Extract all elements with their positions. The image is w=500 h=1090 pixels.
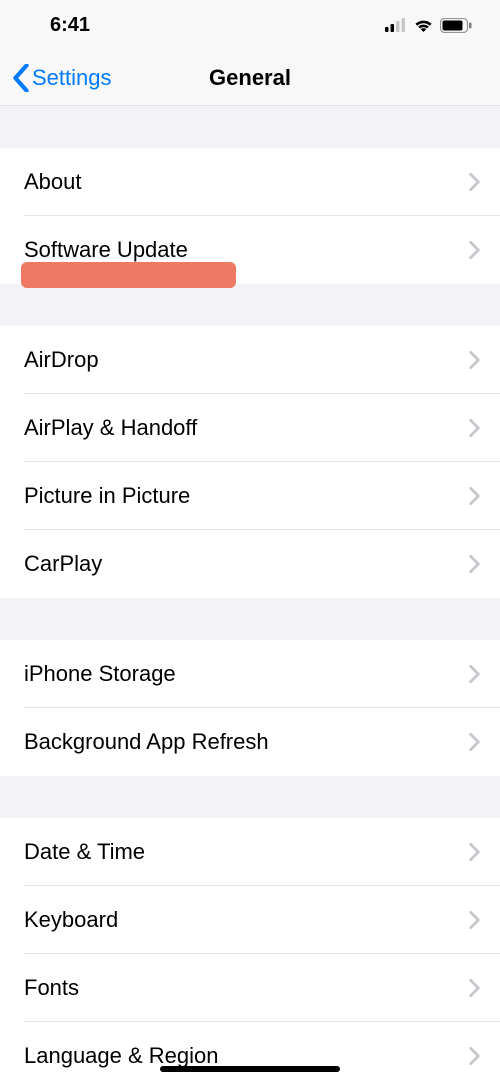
row-software-update[interactable]: Software Update <box>0 216 500 284</box>
chevron-right-icon <box>469 733 480 751</box>
section-connectivity: AirDrop AirPlay & Handoff Picture in Pic… <box>0 326 500 598</box>
section-about: About Software Update <box>0 148 500 284</box>
row-keyboard[interactable]: Keyboard <box>0 886 500 954</box>
nav-bar: Settings General <box>0 50 500 106</box>
row-label: Software Update <box>24 237 188 263</box>
section-locale: Date & Time Keyboard Fonts Language & Re… <box>0 818 500 1090</box>
cellular-icon <box>385 18 407 32</box>
battery-icon <box>440 18 472 33</box>
row-label: iPhone Storage <box>24 661 176 687</box>
back-button[interactable]: Settings <box>12 64 112 92</box>
row-airplay-handoff[interactable]: AirPlay & Handoff <box>0 394 500 462</box>
section-gap <box>0 106 500 148</box>
row-label: Picture in Picture <box>24 483 190 509</box>
row-label: AirPlay & Handoff <box>24 415 197 441</box>
status-bar: 6:41 <box>0 0 500 50</box>
row-airdrop[interactable]: AirDrop <box>0 326 500 394</box>
row-label: AirDrop <box>24 347 99 373</box>
row-background-app-refresh[interactable]: Background App Refresh <box>0 708 500 776</box>
status-icons <box>385 18 472 33</box>
row-label: Fonts <box>24 975 79 1001</box>
section-gap <box>0 284 500 326</box>
row-fonts[interactable]: Fonts <box>0 954 500 1022</box>
chevron-right-icon <box>469 351 480 369</box>
chevron-right-icon <box>469 173 480 191</box>
section-storage: iPhone Storage Background App Refresh <box>0 640 500 776</box>
row-about[interactable]: About <box>0 148 500 216</box>
row-label: Keyboard <box>24 907 118 933</box>
row-label: CarPlay <box>24 551 102 577</box>
section-gap <box>0 776 500 818</box>
row-carplay[interactable]: CarPlay <box>0 530 500 598</box>
back-label: Settings <box>32 65 112 91</box>
section-gap <box>0 598 500 640</box>
row-label: Background App Refresh <box>24 729 269 755</box>
status-time: 6:41 <box>50 14 90 37</box>
chevron-right-icon <box>469 1047 480 1065</box>
row-iphone-storage[interactable]: iPhone Storage <box>0 640 500 708</box>
row-label: Date & Time <box>24 839 145 865</box>
row-picture-in-picture[interactable]: Picture in Picture <box>0 462 500 530</box>
page-title: General <box>209 65 291 91</box>
row-language-region[interactable]: Language & Region <box>0 1022 500 1090</box>
chevron-right-icon <box>469 419 480 437</box>
chevron-right-icon <box>469 241 480 259</box>
chevron-right-icon <box>469 665 480 683</box>
chevron-right-icon <box>469 911 480 929</box>
chevron-right-icon <box>469 979 480 997</box>
wifi-icon <box>413 18 434 33</box>
chevron-left-icon <box>12 64 30 92</box>
row-date-time[interactable]: Date & Time <box>0 818 500 886</box>
row-label: About <box>24 169 82 195</box>
chevron-right-icon <box>469 555 480 573</box>
chevron-right-icon <box>469 843 480 861</box>
chevron-right-icon <box>469 487 480 505</box>
home-indicator[interactable] <box>160 1066 340 1072</box>
